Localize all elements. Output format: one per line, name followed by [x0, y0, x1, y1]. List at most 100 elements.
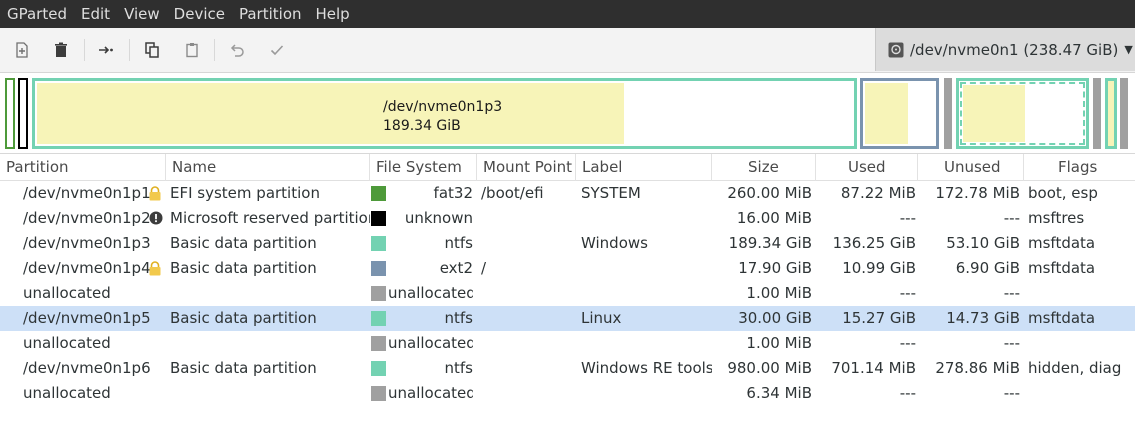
- cell-label: [581, 206, 712, 231]
- header-mountpoint[interactable]: Mount Point: [477, 154, 576, 181]
- chevron-down-icon: ▼: [1124, 43, 1133, 56]
- new-partition-button[interactable]: [10, 38, 34, 62]
- cell-mountpoint: [481, 356, 576, 381]
- diskmap-partition-p6[interactable]: [1105, 78, 1117, 149]
- disk-map: /dev/nvme0n1p3 189.34 GiB: [0, 73, 1135, 153]
- cell-mountpoint: [481, 331, 576, 356]
- cell-name: [170, 381, 370, 406]
- filesystem-color-swatch: [371, 186, 386, 201]
- filesystem-color-swatch: [371, 211, 386, 226]
- cell-flags: [1028, 281, 1135, 306]
- header-used[interactable]: Used: [816, 154, 918, 181]
- paste-button[interactable]: [180, 38, 204, 62]
- cell-unused: 172.78 MiB: [935, 184, 1020, 202]
- warning-icon: [149, 211, 163, 225]
- cell-flags: boot, esp: [1028, 184, 1098, 202]
- table-row[interactable]: /dev/nvme0n1p1 EFI system partition fat32 /…: [0, 181, 1135, 206]
- cell-used: 136.25 GiB: [832, 234, 916, 252]
- cell-partition: /dev/nvme0n1p6: [23, 359, 151, 377]
- apply-button[interactable]: [265, 38, 289, 62]
- cell-mountpoint: [481, 281, 576, 306]
- cell-name: [170, 331, 370, 356]
- cell-filesystem: ntfs: [444, 359, 473, 377]
- cell-size: 189.34 GiB: [728, 234, 812, 252]
- diskmap-partition-p5[interactable]: [956, 78, 1089, 149]
- header-partition[interactable]: Partition: [0, 154, 166, 181]
- header-size[interactable]: Size: [712, 154, 816, 181]
- delete-button[interactable]: [49, 38, 73, 62]
- table-row[interactable]: /dev/nvme0n1p6 Basic data partition ntfs Wi…: [0, 356, 1135, 381]
- diskmap-partition-p3[interactable]: /dev/nvme0n1p3 189.34 GiB: [32, 78, 857, 149]
- menu-partition[interactable]: Partition: [232, 0, 309, 28]
- cell-name: Basic data partition: [170, 234, 317, 252]
- header-flags[interactable]: Flags: [1024, 154, 1135, 181]
- cell-name: [170, 281, 370, 306]
- diskmap-selected-size: 189.34 GiB: [383, 118, 461, 134]
- cell-label: [581, 256, 712, 281]
- diskmap-unallocated[interactable]: [944, 78, 952, 149]
- cell-partition: /dev/nvme0n1p5: [23, 309, 151, 327]
- cell-label: SYSTEM: [581, 184, 641, 202]
- cell-used: ---: [899, 209, 916, 227]
- filesystem-color-swatch: [371, 236, 386, 251]
- header-unused[interactable]: Unused: [918, 154, 1024, 181]
- table-row[interactable]: /dev/nvme0n1p5 Basic data partition ntfs Li…: [0, 306, 1135, 331]
- header-filesystem[interactable]: File System: [370, 154, 477, 181]
- cell-filesystem: ntfs: [444, 309, 473, 327]
- diskmap-unallocated[interactable]: [1120, 78, 1128, 149]
- cell-name: Basic data partition: [170, 309, 317, 327]
- cell-size: 980.00 MiB: [727, 359, 812, 377]
- cell-unused: 278.86 MiB: [935, 359, 1020, 377]
- menu-bar: GParted Edit View Device Partition Help: [0, 0, 1135, 28]
- table-row[interactable]: /dev/nvme0n1p3 Basic data partition ntfs Wi…: [0, 231, 1135, 256]
- undo-button[interactable]: [225, 38, 249, 62]
- diskmap-partition-p2[interactable]: [18, 78, 28, 149]
- table-row[interactable]: /dev/nvme0n1p2 Microsoft reserved partiti…: [0, 206, 1135, 231]
- table-row[interactable]: unallocated unallocated 1.00 MiB --- ---: [0, 281, 1135, 306]
- cell-flags: [1028, 331, 1135, 356]
- cell-mountpoint: [481, 231, 576, 256]
- cell-name: Microsoft reserved partition: [170, 209, 370, 227]
- cell-unused: 53.10 GiB: [946, 234, 1020, 252]
- menu-help[interactable]: Help: [309, 0, 357, 28]
- menu-device[interactable]: Device: [167, 0, 232, 28]
- drive-icon: [888, 42, 904, 57]
- used-space-bar: [963, 85, 1025, 142]
- filesystem-color-swatch: [371, 386, 386, 401]
- cell-mountpoint: [481, 381, 576, 406]
- resize-move-icon: [99, 46, 113, 54]
- table-row[interactable]: unallocated unallocated 6.34 MiB --- ---: [0, 381, 1135, 406]
- menu-view[interactable]: View: [117, 0, 167, 28]
- cell-partition: /dev/nvme0n1p1: [23, 184, 151, 202]
- header-label[interactable]: Label: [576, 154, 712, 181]
- delete-icon: [55, 42, 67, 57]
- lock-icon: [149, 261, 161, 276]
- cell-size: 6.34 MiB: [746, 384, 812, 402]
- cell-used: ---: [899, 334, 916, 352]
- cell-unused: 14.73 GiB: [946, 309, 1020, 327]
- toolbar-separator: [84, 39, 85, 61]
- table-row[interactable]: /dev/nvme0n1p4 Basic data partition ext2 / 1…: [0, 256, 1135, 281]
- diskmap-partition-p4[interactable]: [860, 78, 939, 149]
- device-selector[interactable]: /dev/nvme0n1 (238.47 GiB) ▼: [875, 28, 1135, 71]
- resize-move-button[interactable]: [94, 38, 118, 62]
- copy-button[interactable]: [140, 38, 164, 62]
- cell-filesystem: ext2: [439, 259, 473, 277]
- cell-mountpoint: [481, 206, 576, 231]
- cell-mountpoint: [481, 306, 576, 331]
- cell-used: ---: [899, 384, 916, 402]
- toolbar-separator: [214, 39, 215, 61]
- lock-icon: [149, 186, 161, 201]
- menu-edit[interactable]: Edit: [74, 0, 117, 28]
- table-header: Partition Name File System Mount Point L…: [0, 153, 1135, 181]
- diskmap-partition-p1[interactable]: [5, 78, 15, 149]
- cell-filesystem: unallocated: [388, 384, 473, 402]
- cell-filesystem: unallocated: [388, 334, 473, 352]
- cell-label: Linux: [581, 309, 622, 327]
- partition-table: Partition Name File System Mount Point L…: [0, 153, 1135, 421]
- menu-gparted[interactable]: GParted: [0, 0, 74, 28]
- table-row[interactable]: unallocated unallocated 1.00 MiB --- ---: [0, 331, 1135, 356]
- device-label: /dev/nvme0n1 (238.47 GiB): [910, 40, 1119, 59]
- header-name[interactable]: Name: [166, 154, 370, 181]
- diskmap-unallocated[interactable]: [1093, 78, 1101, 149]
